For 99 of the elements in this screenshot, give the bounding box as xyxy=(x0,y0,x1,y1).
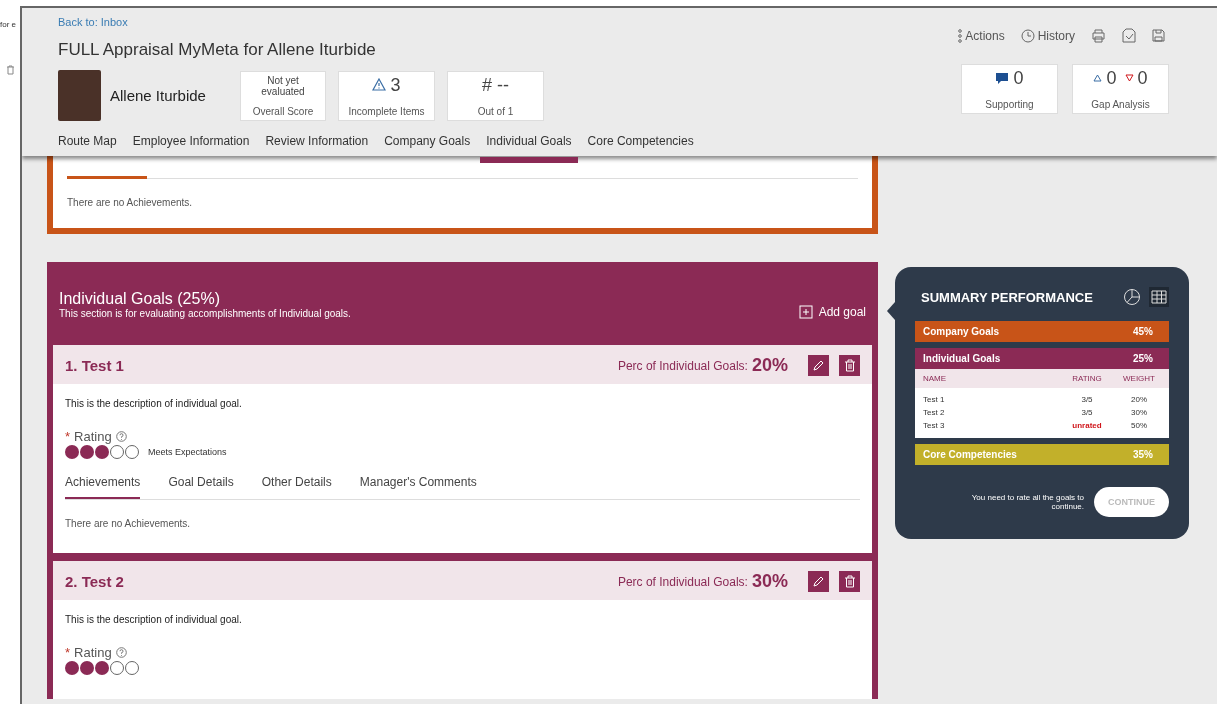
nav-tab[interactable]: Review Information xyxy=(259,131,375,163)
percent-value: 30% xyxy=(751,571,788,592)
more-icon xyxy=(958,28,963,43)
percent-label: Perc of Individual Goals: xyxy=(617,358,748,373)
stat-value: 0 xyxy=(1013,68,1024,88)
trash-icon xyxy=(843,575,856,588)
table-cell-text: 50% xyxy=(1130,421,1148,430)
triangle-down-icon xyxy=(1124,74,1134,82)
nav-tab[interactable]: Company Goals xyxy=(378,131,477,163)
group-percent: 45% xyxy=(1133,326,1153,337)
group-percent: 25% xyxy=(1133,353,1153,364)
stat-value: 0 xyxy=(1137,68,1148,88)
employee-name: Allene Iturbide xyxy=(110,87,207,104)
rating-dot[interactable] xyxy=(95,661,109,675)
save-icon[interactable] xyxy=(1152,29,1165,42)
goal-title: 2. Test 2 xyxy=(65,573,125,590)
column-header: NAME xyxy=(923,374,948,383)
pencil-icon xyxy=(812,359,825,372)
stat-label: Overall Score xyxy=(252,105,314,117)
hint-text: You need to rate all the goals to continue. xyxy=(970,493,1084,511)
section-title: Individual Goals (25%) xyxy=(59,290,221,308)
rating-label: Rating xyxy=(74,645,112,660)
rating-dot[interactable] xyxy=(80,445,94,459)
table-icon[interactable] xyxy=(1149,287,1169,307)
group-name: Core Competencies xyxy=(923,449,1017,460)
goal-tab[interactable]: Goal Details xyxy=(168,475,234,499)
column-header: RATING xyxy=(1071,374,1103,383)
group-percent: 35% xyxy=(1133,449,1153,460)
add-goal-button[interactable]: Add goal xyxy=(798,305,866,319)
goal-title: 1. Test 1 xyxy=(65,357,125,374)
percent-value: 20% xyxy=(751,355,788,376)
pie-chart-icon[interactable] xyxy=(1123,288,1141,306)
table-cell-text: 30% xyxy=(1130,408,1148,417)
stat-label: Supporting xyxy=(985,99,1034,110)
warning-icon xyxy=(372,78,387,91)
background-text: for e xyxy=(0,20,17,29)
rating-dot[interactable] xyxy=(65,661,79,675)
table-cell-text: 3/5 xyxy=(1080,408,1094,417)
table-cell-text: Test 1 xyxy=(923,395,946,404)
comment-icon xyxy=(995,71,1010,85)
rating-dot[interactable] xyxy=(65,445,79,459)
edit-button[interactable] xyxy=(808,571,829,592)
goal-description: This is the description of individual goal. xyxy=(65,398,243,409)
trash-icon xyxy=(843,359,856,372)
avatar-photo-placeholder xyxy=(58,70,101,121)
nav-tab[interactable]: Route Map xyxy=(58,131,123,163)
clock-icon xyxy=(1020,28,1035,43)
table-cell-text: unrated xyxy=(1071,421,1103,430)
trash-icon xyxy=(6,65,15,75)
goal-tab[interactable]: Other Details xyxy=(261,475,332,499)
edit-button[interactable] xyxy=(808,355,829,376)
back-link[interactable]: Back to: Inbox xyxy=(58,16,128,28)
rating-dot[interactable] xyxy=(125,445,139,459)
required-mark: * xyxy=(65,645,71,660)
stat-value: 3 xyxy=(390,74,401,95)
stat-label: Gap Analysis xyxy=(1091,99,1150,110)
goal-tab[interactable]: Achievements xyxy=(65,475,141,499)
rating-dot[interactable] xyxy=(125,661,139,675)
stat-value: # -- xyxy=(482,74,509,95)
section-subtitle: This section is for evaluating accomplishments of Individual goals. xyxy=(59,308,351,319)
table-cell-text: Test 3 xyxy=(923,421,946,430)
rating-dots[interactable]: Meets Expectations xyxy=(65,445,860,459)
group-name: Individual Goals xyxy=(923,353,1001,364)
stat-label: Out of 1 xyxy=(477,105,514,117)
document-icon[interactable] xyxy=(1122,28,1136,43)
stat-label: Incomplete Items xyxy=(348,105,425,117)
delete-button[interactable] xyxy=(839,571,860,592)
rating-dot[interactable] xyxy=(80,661,94,675)
rating-text: Meets Expectations xyxy=(148,447,227,457)
goal-tab[interactable]: Manager's Comments xyxy=(359,475,477,499)
stat-value: Not yet evaluated xyxy=(260,74,306,97)
percent-label: Perc of Individual Goals: xyxy=(617,574,748,589)
triangle-up-icon xyxy=(1093,74,1103,82)
print-icon[interactable] xyxy=(1091,28,1106,43)
nav-tab[interactable]: Core Competencies xyxy=(581,131,700,163)
page-title: FULL Appraisal MyMeta for Allene Iturbide xyxy=(58,40,377,60)
pencil-icon xyxy=(812,575,825,588)
empty-message: There are no Achievements. xyxy=(65,518,192,529)
table-cell-text: 20% xyxy=(1130,395,1148,404)
empty-message: There are no Achievements. xyxy=(67,197,194,208)
goal-description: This is the description of individual goal. xyxy=(65,614,243,625)
table-cell-text: 3/5 xyxy=(1080,395,1094,404)
rating-label: Rating xyxy=(74,429,112,444)
plus-icon xyxy=(798,305,813,319)
delete-button[interactable] xyxy=(839,355,860,376)
rating-dot[interactable] xyxy=(95,445,109,459)
table-cell-text: Test 2 xyxy=(923,408,946,417)
stat-value: 0 xyxy=(1106,68,1117,88)
action-button[interactable]: History xyxy=(1020,28,1075,43)
action-button[interactable]: Actions xyxy=(958,28,1005,43)
nav-tab[interactable]: Employee Information xyxy=(126,131,256,163)
summary-title: SUMMARY PERFORMANCE xyxy=(921,289,1093,305)
column-header: WEIGHT xyxy=(1122,374,1156,383)
required-mark: * xyxy=(65,429,71,444)
help-icon xyxy=(115,431,127,442)
rating-dot[interactable] xyxy=(110,445,124,459)
group-name: Company Goals xyxy=(923,326,1000,337)
rating-dot[interactable] xyxy=(110,661,124,675)
help-icon xyxy=(115,647,127,658)
